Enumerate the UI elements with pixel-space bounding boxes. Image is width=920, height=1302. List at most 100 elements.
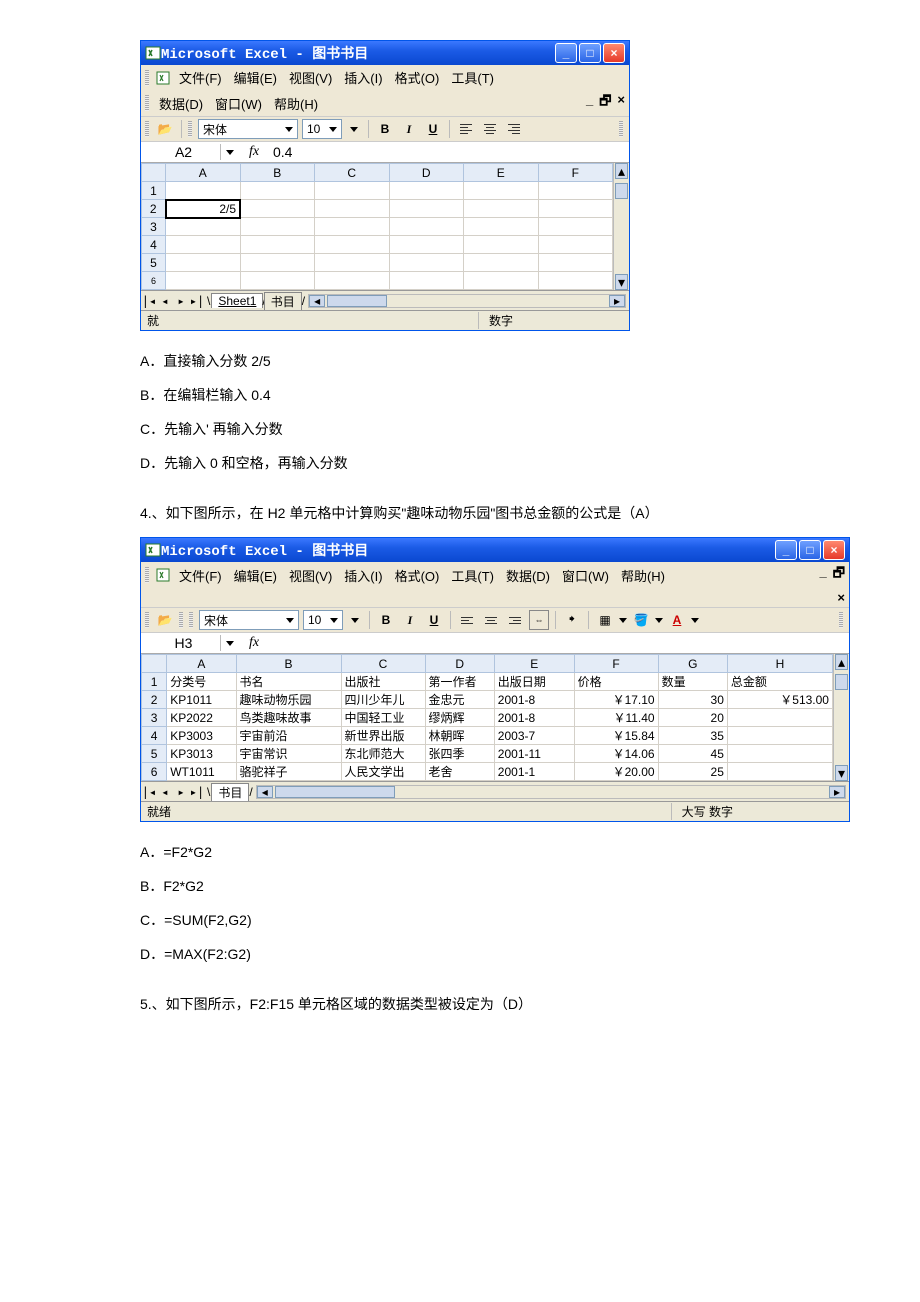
cell[interactable]: 东北师范大 [341, 745, 425, 763]
cell[interactable] [464, 254, 539, 272]
align-left-button[interactable] [457, 610, 477, 630]
cell[interactable]: 第一作者 [425, 673, 494, 691]
cell[interactable] [538, 272, 613, 290]
cell[interactable] [240, 200, 315, 218]
dropdown-arrow-icon[interactable] [691, 618, 699, 623]
indent-button[interactable]: 🠺 [562, 610, 582, 630]
cell[interactable] [240, 182, 315, 200]
col-header[interactable]: D [425, 655, 494, 673]
scroll-up-arrow-icon[interactable]: ▴ [615, 163, 628, 179]
bold-button[interactable]: B [375, 119, 395, 139]
align-right-button[interactable] [505, 610, 525, 630]
toolbar-grip-icon[interactable] [145, 70, 149, 86]
cell[interactable]: 老舍 [425, 763, 494, 781]
minimize-button[interactable]: _ [555, 43, 577, 63]
tab-nav-prev-icon[interactable]: ◂ [157, 294, 173, 308]
row-header[interactable]: 1 [142, 182, 166, 200]
toolbar-grip-icon[interactable] [145, 95, 149, 111]
scroll-down-arrow-icon[interactable]: ▾ [615, 274, 628, 290]
dropdown-arrow-icon[interactable] [619, 618, 627, 623]
menu-view[interactable]: 视图(V) [285, 565, 336, 586]
toolbar-grip-icon[interactable] [145, 121, 149, 137]
menu-tools[interactable]: 工具(T) [447, 67, 498, 88]
row-header[interactable]: 5 [142, 254, 166, 272]
name-box-dropdown[interactable] [221, 150, 239, 155]
col-header[interactable]: B [236, 655, 341, 673]
cell[interactable] [315, 182, 390, 200]
align-center-button[interactable] [480, 119, 500, 139]
scroll-down-arrow-icon[interactable]: ▾ [835, 765, 848, 781]
cell[interactable]: 趣味动物乐园 [236, 691, 341, 709]
col-header[interactable]: A [166, 164, 241, 182]
cell[interactable] [166, 254, 241, 272]
cell[interactable]: 书名 [236, 673, 341, 691]
row-header[interactable]: 6 [142, 272, 166, 290]
toolbar-grip-icon[interactable] [189, 612, 193, 628]
italic-button[interactable]: I [399, 119, 419, 139]
cell[interactable]: ￥11.40 [574, 709, 658, 727]
cell[interactable] [464, 218, 539, 236]
col-header[interactable]: C [341, 655, 425, 673]
cell[interactable]: ￥513.00 [727, 691, 832, 709]
maximize-button[interactable]: □ [799, 540, 821, 560]
doc-minimize-icon[interactable]: _ [586, 92, 593, 114]
cell-a2-selected[interactable]: 2/5 [166, 200, 241, 218]
cell[interactable]: 四川少年儿 [341, 691, 425, 709]
align-right-button[interactable] [504, 119, 524, 139]
sheet-tab[interactable]: 书目 [264, 292, 302, 310]
col-header[interactable]: C [315, 164, 390, 182]
cell[interactable]: 新世界出版 [341, 727, 425, 745]
cell[interactable]: ￥14.06 [574, 745, 658, 763]
select-all-corner[interactable] [142, 655, 167, 673]
cell[interactable] [727, 763, 832, 781]
cell[interactable] [727, 727, 832, 745]
menu-help[interactable]: 帮助(H) [617, 565, 669, 586]
cell[interactable]: 2001-8 [494, 691, 574, 709]
tab-nav-first-icon[interactable]: |◂ [141, 785, 157, 799]
open-icon[interactable]: 📂 [155, 119, 175, 139]
align-left-button[interactable] [456, 119, 476, 139]
cell[interactable]: 2001-8 [494, 709, 574, 727]
scroll-left-arrow-icon[interactable]: ◂ [309, 295, 325, 307]
table-row[interactable]: 5KP3013宇宙常识东北师范大张四季2001-11￥14.0645 [142, 745, 833, 763]
col-header[interactable]: B [240, 164, 315, 182]
fx-icon[interactable]: fx [239, 144, 269, 160]
cell[interactable] [315, 272, 390, 290]
table-row[interactable]: 2KP1011趣味动物乐园四川少年儿金忠元2001-8￥17.1030￥513.… [142, 691, 833, 709]
toolbar-overflow-icon[interactable] [619, 121, 623, 137]
cell[interactable]: 金忠元 [425, 691, 494, 709]
cell[interactable]: 骆驼祥子 [236, 763, 341, 781]
menu-data[interactable]: 数据(D) [155, 93, 207, 114]
title-bar[interactable]: Microsoft Excel - 图书书目 _ □ × [141, 41, 629, 65]
cell[interactable]: 2001-11 [494, 745, 574, 763]
cell[interactable]: 中国轻工业 [341, 709, 425, 727]
col-header[interactable]: H [727, 655, 832, 673]
underline-button[interactable]: U [424, 610, 444, 630]
cell[interactable]: 宇宙前沿 [236, 727, 341, 745]
cell[interactable]: 林朝晖 [425, 727, 494, 745]
doc-close-icon[interactable]: × [617, 92, 625, 114]
menu-edit[interactable]: 编辑(E) [230, 565, 281, 586]
col-header[interactable]: F [538, 164, 613, 182]
cell[interactable] [389, 182, 464, 200]
font-size-combo[interactable]: 10 [302, 119, 342, 139]
cell[interactable] [727, 745, 832, 763]
cell[interactable] [389, 200, 464, 218]
cell[interactable]: 出版日期 [494, 673, 574, 691]
menu-window[interactable]: 窗口(W) [211, 93, 266, 114]
cell[interactable]: 35 [658, 727, 727, 745]
cell[interactable]: 出版社 [341, 673, 425, 691]
row-header[interactable]: 5 [142, 745, 167, 763]
cell[interactable] [538, 254, 613, 272]
row-header[interactable]: 4 [142, 727, 167, 745]
cell[interactable] [538, 218, 613, 236]
cell[interactable] [166, 182, 241, 200]
font-size-combo[interactable]: 10 [303, 610, 343, 630]
cell[interactable] [315, 218, 390, 236]
row-header[interactable]: 6 [142, 763, 167, 781]
col-header[interactable]: G [658, 655, 727, 673]
cell[interactable] [389, 272, 464, 290]
font-color-button[interactable]: A [667, 610, 687, 630]
dropdown-arrow-icon[interactable] [351, 618, 359, 623]
cell[interactable]: 宇宙常识 [236, 745, 341, 763]
